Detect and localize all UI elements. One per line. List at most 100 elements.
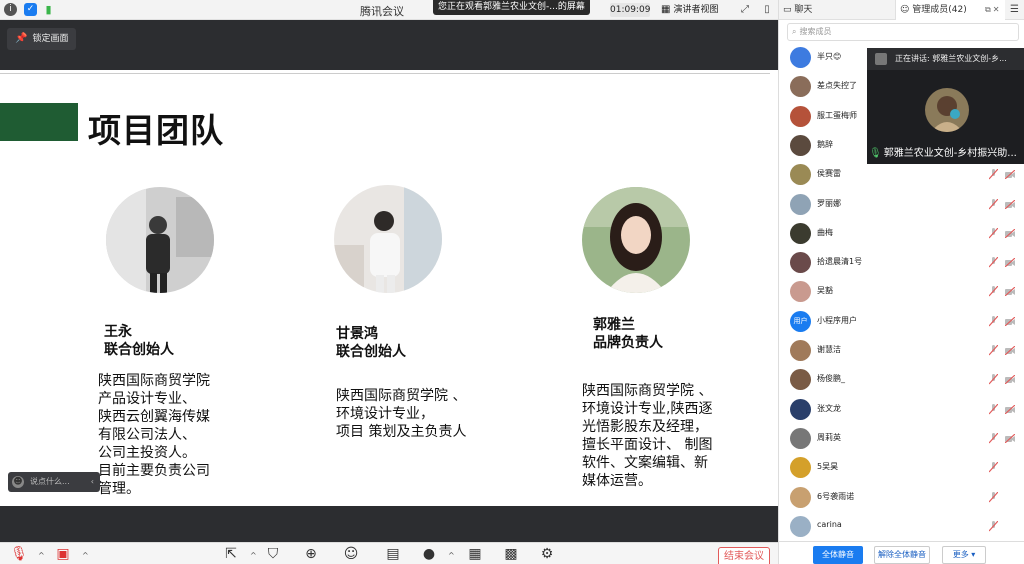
record-icon[interactable]: ● (420, 545, 438, 563)
slide-divider (0, 73, 770, 74)
person-role: 品牌负责人 (593, 335, 663, 351)
chat-input[interactable]: ☻ 说点什么... ‹ (8, 472, 100, 492)
chevron-up-icon[interactable]: ^ (38, 551, 45, 560)
member-name: 小程序用户 (817, 315, 857, 325)
member-row[interactable]: 周莉英 (779, 424, 1024, 453)
fullscreen-icon[interactable]: ⤢ (738, 3, 752, 17)
mic-muted-icon[interactable] (989, 491, 998, 503)
apps-icon[interactable]: ▩ (502, 545, 520, 563)
member-name: 谢慧洁 (817, 345, 841, 354)
signal-icon[interactable]: ▮ (42, 3, 55, 16)
member-avatar (790, 369, 811, 391)
chevron-left-icon[interactable]: ‹ (91, 472, 94, 492)
camera-off-icon[interactable] (1005, 199, 1015, 209)
popout-close-icons[interactable]: ⧉✕ (985, 0, 1001, 20)
invite-icon[interactable]: ⊕ (302, 545, 320, 563)
mic-muted-icon[interactable] (989, 374, 998, 385)
settings-icon[interactable]: ⚙ (538, 545, 556, 563)
mic-muted-icon[interactable] (989, 169, 998, 180)
member-name: 鹅辞 (817, 139, 833, 149)
speaker-name-label: 郭雅兰农业文创-乡村振兴助... (883, 148, 1017, 159)
mic-muted-icon[interactable] (989, 227, 998, 239)
mic-muted-icon[interactable]: 🎙 (10, 545, 28, 563)
camera-off-icon[interactable] (1005, 287, 1015, 297)
tab-chat[interactable]: ▭ 聊天 (783, 0, 812, 20)
mic-muted-icon[interactable] (989, 345, 998, 356)
chat-icon[interactable]: ▤ (384, 545, 402, 563)
person-name: 王永 (104, 324, 132, 340)
member-avatar (790, 164, 811, 186)
share-screen-icon[interactable]: ⇱ (222, 545, 240, 563)
member-name: 6号袭雨诺 (817, 491, 855, 501)
emoji-icon[interactable]: ☻ (12, 476, 24, 488)
camera-off-icon[interactable]: ▣ (54, 545, 72, 563)
member-avatar (790, 486, 811, 508)
member-row[interactable]: carina (779, 512, 1024, 541)
member-avatar (790, 193, 811, 215)
chat-placeholder: 说点什么... (30, 477, 70, 486)
camera-off-icon[interactable] (1005, 346, 1015, 355)
person-role: 联合创始人 (104, 342, 174, 358)
member-row[interactable]: 5吴昊 (779, 453, 1024, 482)
sidebar-toggle-icon[interactable]: ▯ (760, 3, 774, 17)
member-name: 曲梅 (817, 227, 833, 237)
chevron-up-icon[interactable]: ^ (82, 551, 89, 560)
speaker-video[interactable]: 正在讲话: 郭雅兰农业文创-乡... 🎙 郭雅兰农业文创-乡村振兴助... (867, 48, 1024, 164)
lock-view-button[interactable]: 📌 锁定画面 (7, 28, 77, 50)
mic-muted-icon[interactable] (989, 315, 998, 327)
security-icon[interactable]: ⛉ (264, 545, 282, 563)
mic-muted-icon[interactable] (989, 462, 998, 473)
member-name: 杨俊鹏_ (817, 374, 845, 384)
person-name: 甘景鸿 (336, 326, 378, 342)
chevron-up-icon[interactable]: ^ (448, 551, 455, 560)
member-row[interactable]: 6号袭雨诺 (779, 483, 1024, 512)
chevron-up-icon[interactable]: ^ (250, 551, 257, 560)
person-role: 联合创始人 (336, 344, 406, 360)
mic-muted-icon[interactable] (989, 403, 998, 415)
member-avatar (790, 47, 811, 68)
info-icon[interactable]: i (4, 3, 17, 16)
person-description: 陕西国际商贸学院 、 环境设计专业,陕西逐 光悟影股东及经理， 擅长平面设计、 … (582, 383, 713, 489)
unmute-all-button[interactable]: 解除全体静音 (874, 546, 930, 564)
member-row[interactable]: 杨俊鹏_ (779, 365, 1024, 394)
end-meeting-button[interactable]: 结束会议 (718, 547, 770, 564)
mic-muted-icon[interactable] (989, 286, 998, 297)
mic-muted-icon[interactable] (989, 198, 998, 210)
member-avatar (790, 515, 811, 537)
camera-off-icon[interactable] (1005, 228, 1015, 238)
member-row[interactable]: 谢慧洁 (779, 336, 1024, 365)
member-row[interactable]: 曲梅 (779, 219, 1024, 248)
speaker-view-button[interactable]: 演讲者视图 (661, 3, 718, 17)
member-avatar (790, 134, 811, 156)
mic-muted-icon[interactable] (989, 432, 998, 444)
camera-off-icon[interactable] (1005, 404, 1015, 414)
camera-off-icon[interactable] (1005, 433, 1015, 443)
member-row[interactable]: 张文龙 (779, 395, 1024, 424)
panel-tabs: ▭ 聊天 ☺ 管理成员(42) ⧉✕ ☰ (779, 0, 1024, 20)
member-row[interactable]: 吴豁 (779, 277, 1024, 306)
member-avatar: 用户 (790, 310, 811, 332)
mic-muted-icon[interactable] (989, 520, 998, 532)
person-description: 陕西国际商贸学院 、 环境设计专业， 项目 策划及主负责人 (336, 388, 467, 440)
member-name: 罗丽娜 (817, 198, 841, 208)
layout-icon[interactable]: ▦ (466, 545, 484, 563)
member-row[interactable]: 罗丽娜 (779, 190, 1024, 219)
member-row[interactable]: 拾遗晨清1号 (779, 248, 1024, 277)
member-row[interactable]: 用户 小程序用户 (779, 307, 1024, 336)
pin-icon: 📌 (15, 33, 28, 44)
member-row[interactable]: 侯赛雷 (779, 160, 1024, 189)
more-button[interactable]: 更多 ▾ (942, 546, 986, 564)
mic-active-icon: 🎙 (869, 148, 882, 159)
camera-off-icon[interactable] (1005, 316, 1015, 326)
members-icon[interactable]: ☺ (342, 545, 360, 563)
camera-off-icon[interactable] (1005, 170, 1015, 180)
mic-muted-icon[interactable] (989, 257, 998, 268)
watching-banner[interactable]: 您正在观看郭雅兰农业文创-...的屏幕 (433, 0, 590, 15)
camera-off-icon[interactable] (1005, 375, 1015, 385)
mute-all-button[interactable]: 全体静音 (813, 546, 863, 564)
camera-off-icon[interactable] (1005, 258, 1015, 268)
shield-icon[interactable]: ✓ (24, 3, 37, 16)
member-search-input[interactable]: 搜索成员 (787, 23, 1019, 41)
member-avatar (790, 222, 811, 244)
menu-icon[interactable]: ☰ (1010, 0, 1019, 20)
